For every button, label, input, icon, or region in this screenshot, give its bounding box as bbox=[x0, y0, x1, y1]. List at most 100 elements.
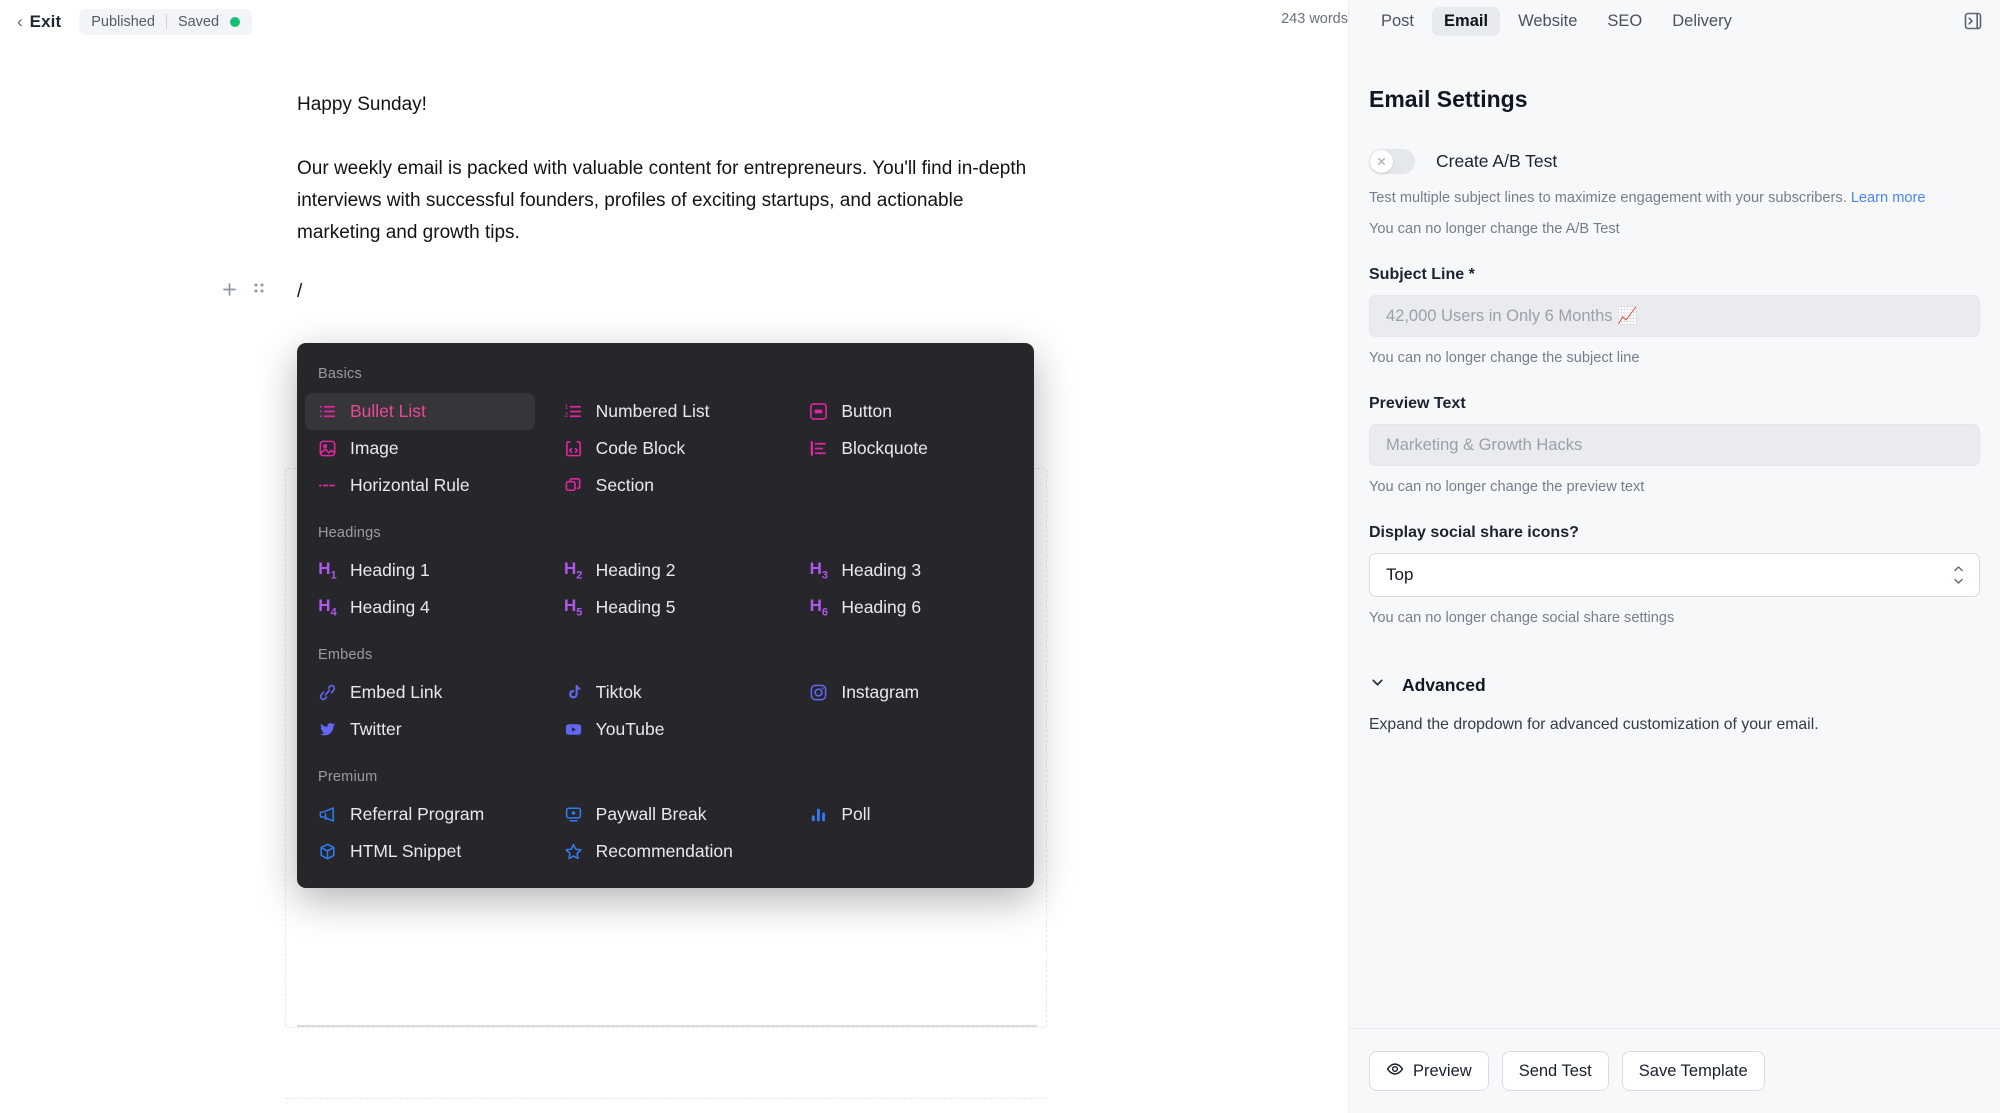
pill-divider bbox=[165, 14, 167, 29]
panel-tabs: Post Email Website SEO Delivery bbox=[1349, 0, 2000, 43]
menu-item-tiktok[interactable]: Tiktok bbox=[551, 674, 781, 711]
menu-item-blockquote[interactable]: Blockquote bbox=[796, 430, 1026, 467]
menu-grid-basics: Bullet List 12 Numbered List Button Imag… bbox=[297, 393, 1034, 504]
menu-item-label: Code Block bbox=[595, 438, 686, 458]
menu-item-heading-5[interactable]: H5 Heading 5 bbox=[551, 589, 781, 626]
menu-item-html-snippet[interactable]: HTML Snippet bbox=[305, 833, 535, 870]
save-status-label: Saved bbox=[177, 13, 220, 30]
menu-grid-premium: Referral Program Paywall Break Poll HTML… bbox=[297, 796, 1034, 870]
exit-label: Exit bbox=[29, 11, 62, 31]
learn-more-link[interactable]: Learn more bbox=[1851, 190, 1926, 206]
menu-item-label: HTML Snippet bbox=[350, 841, 462, 861]
status-pill[interactable]: Published Saved bbox=[79, 8, 253, 35]
email-settings-panel: Post Email Website SEO Delivery Email Se… bbox=[1348, 0, 2000, 1113]
paragraph-greeting[interactable]: Happy Sunday! bbox=[297, 89, 1037, 121]
paragraph-intro[interactable]: Our weekly email is packed with valuable… bbox=[297, 153, 1037, 249]
menu-item-label: Blockquote bbox=[841, 438, 928, 458]
menu-item-label: Embed Link bbox=[350, 682, 443, 702]
paywall-icon bbox=[563, 804, 584, 825]
save-template-button[interactable]: Save Template bbox=[1621, 1051, 1765, 1091]
collapse-panel-icon[interactable] bbox=[1963, 11, 1983, 36]
add-block-icon[interactable] bbox=[221, 280, 238, 306]
panel-footer: Preview Send Test Save Template bbox=[1349, 1028, 2000, 1113]
menu-item-numbered-list[interactable]: 12 Numbered List bbox=[551, 393, 781, 430]
menu-item-label: Bullet List bbox=[350, 401, 426, 421]
menu-item-heading-4[interactable]: H4 Heading 4 bbox=[305, 589, 535, 626]
menu-item-heading-2[interactable]: H2 Heading 2 bbox=[551, 552, 781, 589]
tab-email[interactable]: Email bbox=[1432, 7, 1501, 36]
block-handles bbox=[221, 280, 265, 306]
menu-item-button[interactable]: Button bbox=[796, 393, 1026, 430]
menu-item-poll[interactable]: Poll bbox=[796, 796, 1026, 833]
menu-item-twitter[interactable]: Twitter bbox=[305, 711, 535, 748]
slash-command-menu[interactable]: Basics Bullet List 12 Numbered List Butt… bbox=[297, 343, 1034, 888]
menu-grid-headings: H1 Heading 1 H2 Heading 2 H3 Heading 3 H… bbox=[297, 552, 1034, 626]
section-icon bbox=[563, 475, 584, 496]
exit-button[interactable]: ‹ Exit bbox=[17, 12, 61, 32]
toggle-knob bbox=[1370, 150, 1393, 173]
menu-item-section[interactable]: Section bbox=[551, 467, 781, 504]
document-body: Happy Sunday! Our weekly email is packed… bbox=[223, 43, 1037, 305]
menu-item-heading-1[interactable]: H1 Heading 1 bbox=[305, 552, 535, 589]
stepper-icon bbox=[1952, 565, 1965, 585]
menu-item-label: YouTube bbox=[595, 719, 665, 739]
ab-test-description-text: Test multiple subject lines to maximize … bbox=[1369, 190, 1847, 206]
tab-seo[interactable]: SEO bbox=[1595, 7, 1654, 36]
send-test-button[interactable]: Send Test bbox=[1501, 1051, 1609, 1091]
svg-text:2: 2 bbox=[564, 412, 568, 419]
menu-item-code-block[interactable]: Code Block bbox=[551, 430, 781, 467]
tab-delivery[interactable]: Delivery bbox=[1660, 7, 1744, 36]
menu-item-youtube[interactable]: YouTube bbox=[551, 711, 781, 748]
menu-item-referral-program[interactable]: Referral Program bbox=[305, 796, 535, 833]
preview-text-input[interactable]: Marketing & Growth Hacks bbox=[1369, 424, 1980, 466]
menu-item-label: Instagram bbox=[841, 682, 920, 702]
menu-item-instagram[interactable]: Instagram bbox=[796, 674, 1026, 711]
app-root: ‹ Exit Published Saved 243 words Happy S… bbox=[0, 0, 2000, 1113]
menu-item-label: Heading 5 bbox=[595, 597, 676, 617]
preview-text-label: Preview Text bbox=[1369, 395, 1466, 412]
advanced-description: Expand the dropdown for advanced customi… bbox=[1369, 716, 1819, 733]
preview-button-label: Preview bbox=[1413, 1061, 1472, 1080]
group-label-headings: Headings bbox=[318, 525, 381, 541]
menu-item-embed-link[interactable]: Embed Link bbox=[305, 674, 535, 711]
ab-test-description: Test multiple subject lines to maximize … bbox=[1369, 188, 1980, 208]
twitter-icon bbox=[317, 719, 338, 740]
placeholder-block-outline-2 bbox=[285, 1098, 1047, 1113]
ab-test-toggle[interactable] bbox=[1369, 149, 1415, 174]
social-share-select[interactable]: Top bbox=[1369, 553, 1980, 597]
subject-line-input[interactable]: 42,000 Users in Only 6 Months 📈 bbox=[1369, 295, 1980, 337]
h5-icon: H5 bbox=[563, 595, 583, 619]
svg-text:1: 1 bbox=[564, 404, 568, 411]
slash-text: / bbox=[297, 281, 303, 302]
menu-item-label: Heading 6 bbox=[841, 597, 922, 617]
advanced-section-toggle[interactable]: Advanced bbox=[1369, 674, 1980, 696]
menu-item-recommendation[interactable]: Recommendation bbox=[551, 833, 781, 870]
menu-item-label: Heading 1 bbox=[350, 560, 430, 580]
editor-canvas[interactable]: Happy Sunday! Our weekly email is packed… bbox=[0, 43, 1348, 1113]
menu-item-image[interactable]: Image bbox=[305, 430, 535, 467]
tab-post[interactable]: Post bbox=[1369, 7, 1426, 36]
h6-icon: H6 bbox=[809, 595, 829, 619]
preview-text-locked-note: You can no longer change the preview tex… bbox=[1369, 479, 1645, 495]
star-icon bbox=[563, 841, 584, 862]
slash-command-line[interactable]: / bbox=[223, 279, 1037, 305]
panel-body: Email Settings Create A/B Test Test mult… bbox=[1349, 86, 2000, 734]
subject-line-locked-note: You can no longer change the subject lin… bbox=[1369, 350, 1640, 366]
youtube-icon bbox=[563, 719, 584, 740]
menu-item-paywall-break[interactable]: Paywall Break bbox=[551, 796, 781, 833]
numbered-list-icon: 12 bbox=[563, 401, 584, 422]
preview-button[interactable]: Preview bbox=[1369, 1051, 1489, 1091]
menu-item-label: Heading 2 bbox=[595, 560, 676, 580]
tab-website[interactable]: Website bbox=[1506, 7, 1589, 36]
menu-item-bullet-list[interactable]: Bullet List bbox=[305, 393, 535, 430]
cube-icon bbox=[317, 841, 338, 862]
poll-icon bbox=[808, 804, 829, 825]
menu-item-heading-6[interactable]: H6 Heading 6 bbox=[796, 589, 1026, 626]
menu-item-horizontal-rule[interactable]: Horizontal Rule bbox=[305, 467, 535, 504]
ab-test-label: Create A/B Test bbox=[1436, 151, 1558, 171]
menu-item-heading-3[interactable]: H3 Heading 3 bbox=[796, 552, 1026, 589]
drag-handle-icon[interactable] bbox=[253, 280, 265, 306]
ab-test-row: Create A/B Test bbox=[1369, 149, 1980, 174]
page-title: Email Settings bbox=[1369, 86, 1528, 112]
group-label-basics: Basics bbox=[318, 366, 362, 382]
